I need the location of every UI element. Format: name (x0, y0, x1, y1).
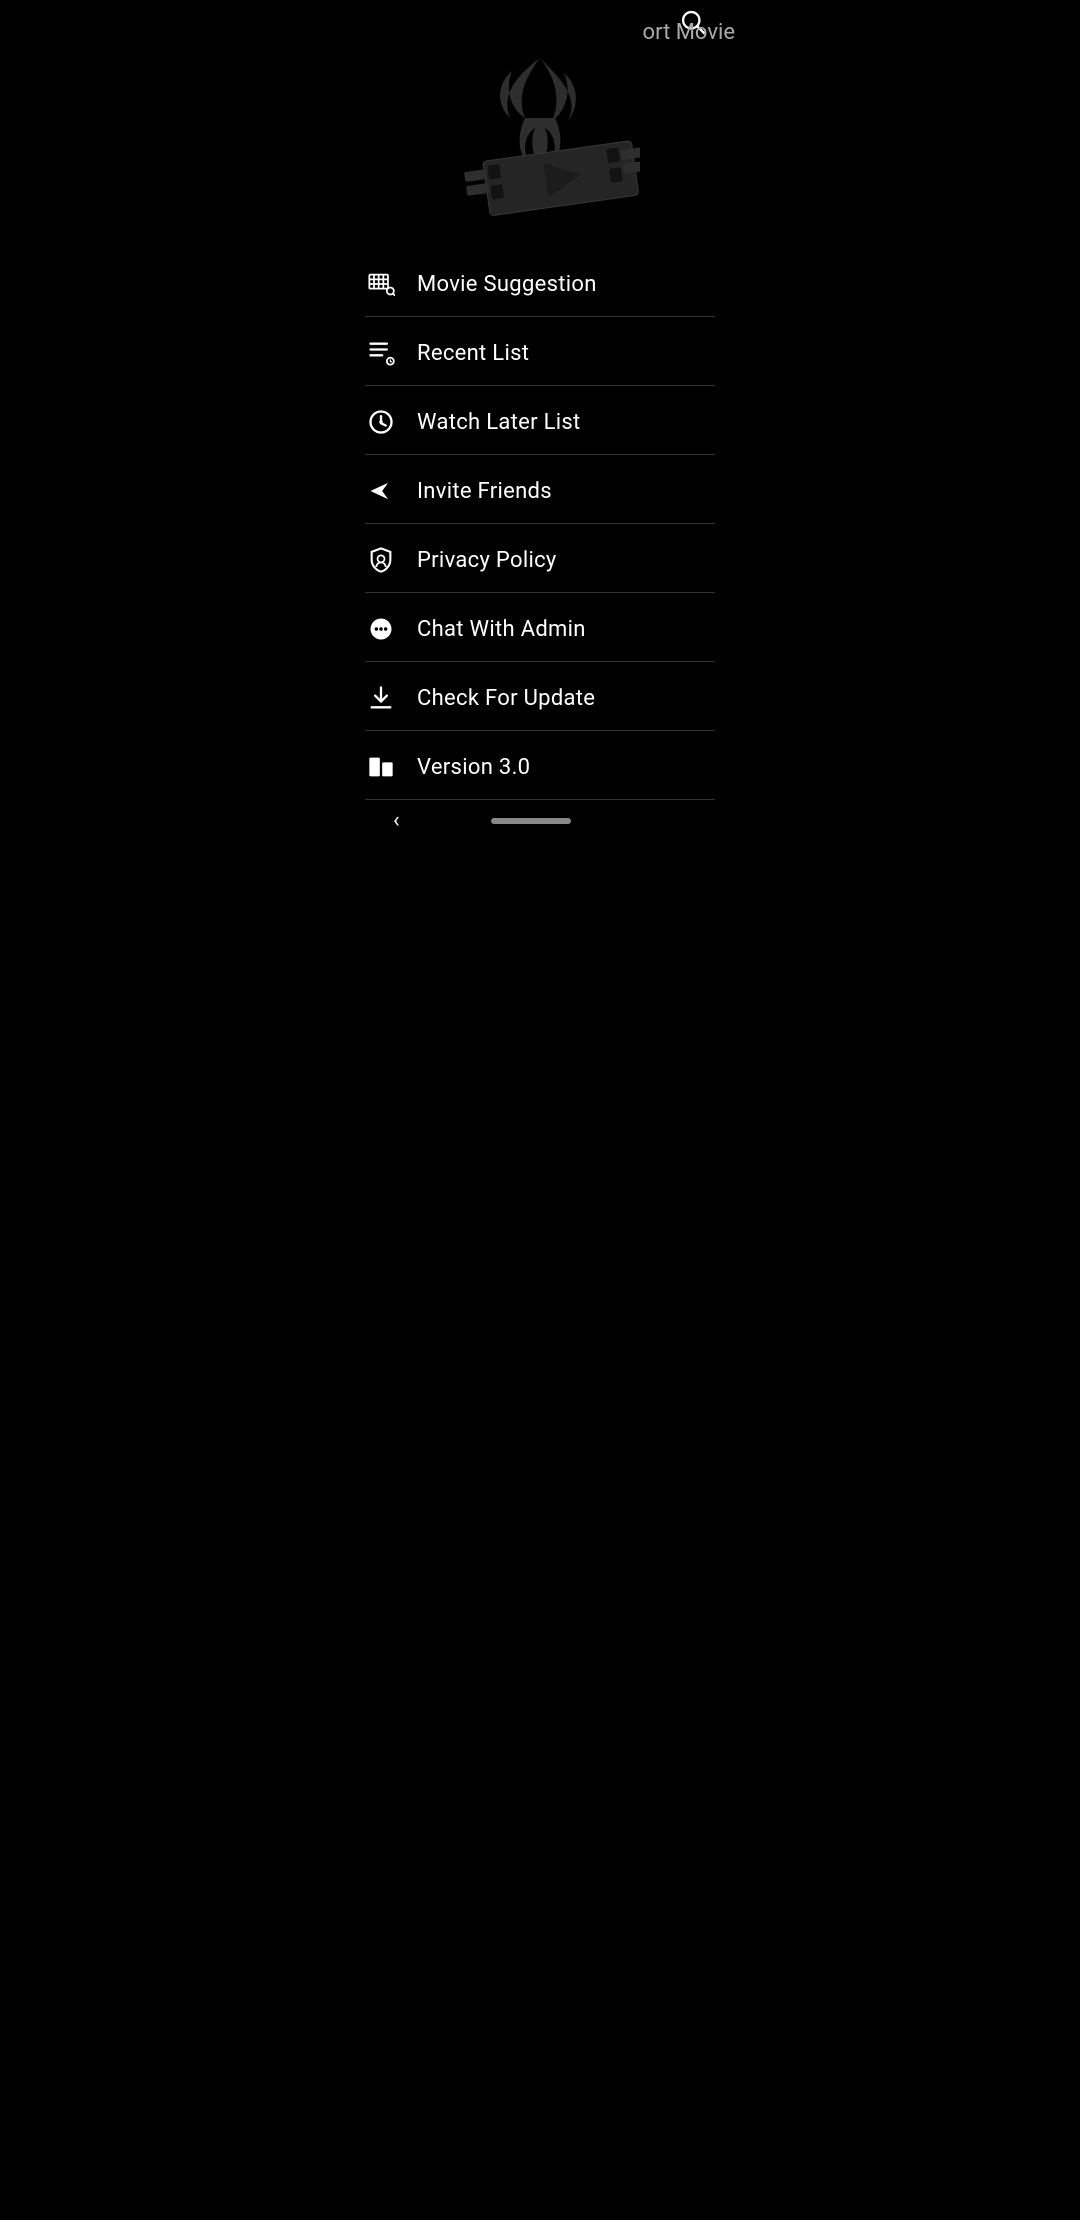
chat-admin-icon (365, 613, 397, 645)
update-icon (365, 682, 397, 714)
recent-list-label: Recent List (417, 341, 529, 366)
version-label: Version 3.0 (417, 755, 530, 780)
check-update-label: Check For Update (417, 686, 595, 711)
movie-suggestion-label: Movie Suggestion (417, 272, 597, 297)
menu-item-version: Version 3.0 (365, 731, 715, 800)
movie-suggestion-icon (365, 268, 397, 300)
menu-item-chat-admin[interactable]: Chat With Admin (365, 593, 715, 662)
search-icon (679, 8, 707, 36)
back-button[interactable]: ‹ (385, 800, 408, 841)
bottom-nav: ‹ (345, 800, 735, 841)
watch-later-label: Watch Later List (417, 410, 581, 435)
menu-item-movie-suggestion[interactable]: Movie Suggestion (365, 248, 715, 317)
search-button[interactable] (671, 0, 715, 48)
home-indicator[interactable] (491, 818, 571, 824)
recent-list-icon (365, 337, 397, 369)
privacy-policy-label: Privacy Policy (417, 548, 557, 573)
chat-admin-label: Chat With Admin (417, 617, 586, 642)
menu-item-privacy-policy[interactable]: Privacy Policy (365, 524, 715, 593)
privacy-policy-icon (365, 544, 397, 576)
main-screen: ort Movie (345, 0, 735, 800)
invite-friends-label: Invite Friends (417, 479, 552, 504)
menu-item-watch-later[interactable]: Watch Later List (365, 386, 715, 455)
menu-item-check-update[interactable]: Check For Update (365, 662, 715, 731)
logo-area (345, 48, 735, 248)
version-icon (365, 751, 397, 783)
menu-item-invite-friends[interactable]: Invite Friends (365, 455, 715, 524)
header: ort Movie (345, 0, 735, 48)
menu-item-recent-list[interactable]: Recent List (365, 317, 715, 386)
app-logo (440, 53, 640, 233)
menu-list: Movie Suggestion Recent List (345, 248, 735, 800)
invite-friends-icon (365, 475, 397, 507)
watch-later-icon (365, 406, 397, 438)
